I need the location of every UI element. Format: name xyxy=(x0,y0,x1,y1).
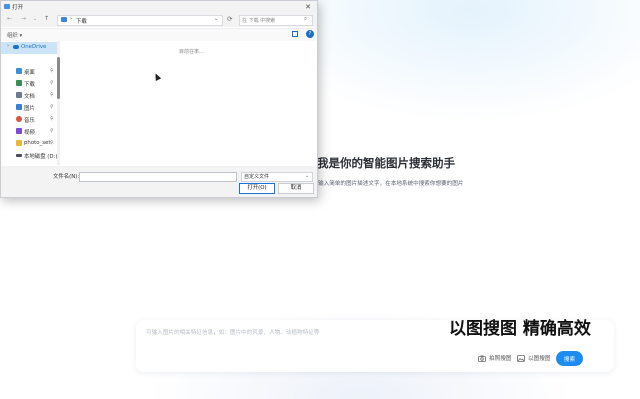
filetype-select[interactable]: 自定义文件 ⌄ xyxy=(241,172,313,182)
sidebar-item-videos[interactable]: 视频 ⚲ xyxy=(1,126,59,138)
command-bar: 组织 ▾ ? xyxy=(1,28,317,41)
download-icon xyxy=(16,80,22,86)
promo-text: 以图搜图 精确高效 xyxy=(449,319,591,339)
dialog-navbar: ← → ⌄ ↑ › 下载 ⌄ ⟳ ⌕ xyxy=(1,13,317,27)
drive-icon xyxy=(16,154,22,157)
document-icon xyxy=(16,92,22,98)
view-options-icon[interactable] xyxy=(292,31,298,37)
breadcrumb-separator: › xyxy=(70,16,73,22)
pin-icon: ⚲ xyxy=(50,92,54,98)
sidebar-item-label: 下载 xyxy=(24,82,35,88)
search-icon: ⌕ xyxy=(304,16,308,22)
sidebar-item-pictures[interactable]: 图片 ⚲ xyxy=(1,102,59,114)
sidebar-item-label: photo_set xyxy=(24,140,51,146)
pin-icon: ⚲ xyxy=(50,116,54,122)
back-arrow-icon[interactable]: ← xyxy=(7,15,12,22)
sidebar-item-local-disk-d[interactable]: 本地磁盘 (D:) xyxy=(1,150,59,162)
close-button[interactable]: ✕ xyxy=(301,1,315,13)
organize-menu[interactable]: 组织 ▾ xyxy=(7,31,22,39)
desktop-icon xyxy=(16,68,22,74)
picture-icon xyxy=(16,104,22,110)
empty-folder-message: 目前在率… xyxy=(179,49,205,55)
description-search-input[interactable] xyxy=(146,326,446,340)
sidebar-item-desktop[interactable]: 桌面 ⚲ xyxy=(1,66,59,78)
app-title: 我是你的智能图片搜索助手 xyxy=(317,156,455,170)
open-button[interactable]: 打开(O) xyxy=(239,183,275,194)
cloud-icon xyxy=(13,45,19,49)
camera-search-button[interactable]: 拍照搜图 xyxy=(478,354,511,362)
open-file-dialog: 打开 ✕ ← → ⌄ ↑ › 下载 ⌄ ⟳ ⌕ 组织 ▾ ? › OneDriv… xyxy=(0,0,318,198)
image-icon xyxy=(517,354,525,362)
sidebar-item-label: 本地磁盘 (D:) xyxy=(24,154,58,160)
image-search-button[interactable]: 以图搜图 xyxy=(517,354,550,362)
sidebar-item-photo-set[interactable]: photo_set ⚲ xyxy=(1,138,59,150)
filename-field xyxy=(79,172,237,191)
dialog-titlebar: 打开 ✕ xyxy=(1,1,317,13)
dialog-title: 打开 xyxy=(12,5,24,11)
folder-search-input[interactable] xyxy=(242,16,298,25)
forward-arrow-icon[interactable]: → xyxy=(21,15,26,22)
filename-label: 文件名(N): xyxy=(53,174,80,180)
sidebar-item-label: OneDrive xyxy=(21,44,47,50)
pin-icon: ⚲ xyxy=(50,68,54,74)
dialog-app-icon xyxy=(4,4,10,9)
chevron-down-icon: ⌄ xyxy=(305,173,310,179)
recent-chevron-icon[interactable]: ⌄ xyxy=(33,16,37,22)
sidebar-item-label: 文档 xyxy=(24,94,35,100)
filename-input[interactable] xyxy=(80,183,234,191)
pin-icon: ⚲ xyxy=(50,104,54,110)
pin-icon: ⚲ xyxy=(50,80,54,86)
image-search-label: 以图搜图 xyxy=(528,356,551,362)
sidebar-item-downloads[interactable]: 下载 ⚲ xyxy=(1,78,59,90)
sidebar-item-label: 音乐 xyxy=(24,118,35,124)
search-button[interactable]: 搜索 xyxy=(556,351,583,366)
pin-icon: ⚲ xyxy=(50,128,54,134)
filetype-value: 自定义文件 xyxy=(244,174,270,180)
app-subtitle: 输入简单的图片描述文字，在本地系统中搜索你想要的图片 xyxy=(318,181,464,187)
navigation-pane: › OneDrive 桌面 ⚲ 下载 ⚲ 文档 ⚲ 图片 ⚲ 音乐 ⚲ 视频 ⚲… xyxy=(1,41,59,165)
breadcrumb-downloads[interactable]: 下载 xyxy=(76,17,87,25)
folder-icon xyxy=(16,140,22,146)
sidebar-item-label: 桌面 xyxy=(24,70,35,76)
music-icon xyxy=(16,116,22,122)
sidebar-item-documents[interactable]: 文档 ⚲ xyxy=(1,90,59,102)
sidebar-item-label: 视频 xyxy=(24,130,35,136)
expand-chevron-icon[interactable]: › xyxy=(7,43,9,49)
pin-icon: ⚲ xyxy=(50,140,54,146)
sidebar-item-onedrive[interactable]: › OneDrive xyxy=(1,42,59,54)
video-icon xyxy=(16,128,22,134)
refresh-icon[interactable]: ⟳ xyxy=(227,15,232,23)
address-bar[interactable]: › 下载 ⌄ xyxy=(57,15,223,26)
address-dropdown-icon[interactable]: ⌄ xyxy=(214,16,218,22)
cancel-button[interactable]: 取消 xyxy=(278,183,314,194)
camera-icon xyxy=(478,355,486,362)
up-arrow-icon[interactable]: ↑ xyxy=(44,15,49,22)
camera-search-label: 拍照搜图 xyxy=(489,356,512,362)
help-icon[interactable]: ? xyxy=(306,30,314,38)
sidebar-item-music[interactable]: 音乐 ⚲ xyxy=(1,114,59,126)
sidebar-item-label: 图片 xyxy=(24,106,35,112)
sidebar-scrollbar-thumb[interactable] xyxy=(57,57,60,99)
download-folder-icon xyxy=(61,17,67,22)
folder-search-box: ⌕ xyxy=(239,15,313,26)
file-list-pane[interactable] xyxy=(61,41,317,165)
